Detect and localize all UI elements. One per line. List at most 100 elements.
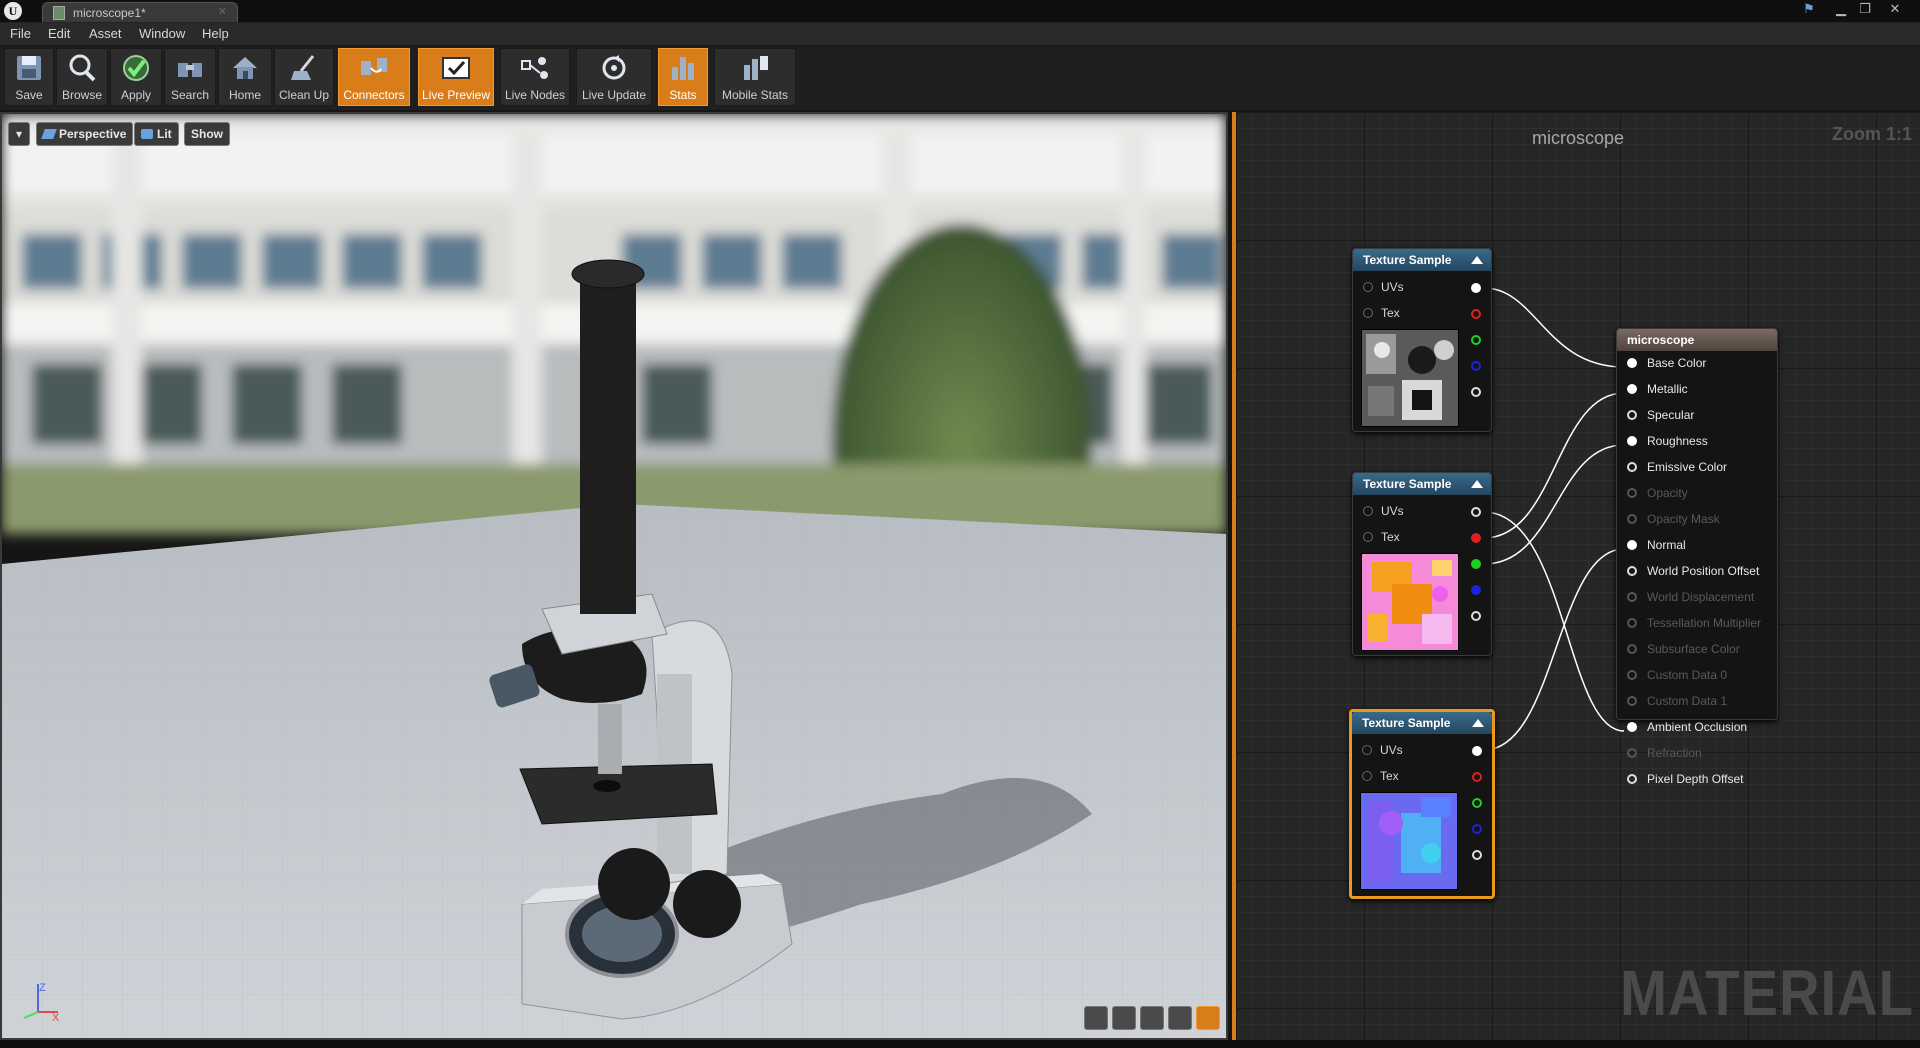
close-tab-icon[interactable]: ✕ [218,5,227,18]
texture-sample-node-3[interactable]: Texture Sample UVs Tex [1349,709,1495,899]
result-pin-ambient-occlusion[interactable]: Ambient Occlusion [1617,717,1777,737]
result-pin-world-position-offset[interactable]: World Position Offset [1617,561,1777,581]
input-pin-icon[interactable] [1627,566,1637,576]
input-pin-icon[interactable] [1362,771,1372,781]
input-pin-icon[interactable] [1627,774,1637,784]
notification-icon[interactable]: ⚑ [1800,2,1818,16]
document-tab[interactable]: microscope1* ✕ [42,2,238,22]
collapse-arrow-icon[interactable] [1471,480,1483,488]
input-pin-icon[interactable] [1363,282,1373,292]
result-pin-label: World Position Offset [1647,564,1760,578]
search-button[interactable]: Search [164,48,216,106]
texture-sample-node-1[interactable]: Texture Sample UVs Tex [1352,248,1492,432]
material-graph[interactable]: microscope Zoom 1:1 MATERIAL Texture Sam… [1232,112,1920,1040]
preview-viewport[interactable]: ▾ Perspective Lit Show Z X [0,112,1228,1040]
result-pin-label: Base Color [1647,356,1707,370]
preview-sphere-icon[interactable] [1112,1006,1136,1030]
output-r-pin[interactable] [1471,309,1481,319]
menu-edit[interactable]: Edit [48,26,70,41]
connectors-button[interactable]: Connectors [338,48,410,106]
output-a-pin[interactable] [1471,611,1481,621]
browse-button[interactable]: Browse [56,48,108,106]
collapse-arrow-icon[interactable] [1471,256,1483,264]
result-pin-specular[interactable]: Specular [1617,405,1777,425]
preview-cylinder-icon[interactable] [1084,1006,1108,1030]
result-node-title[interactable]: microscope [1617,329,1777,351]
clean-up-button[interactable]: Clean Up [274,48,334,106]
stats-label: Stats [669,88,697,102]
apply-button[interactable]: Apply [110,48,162,106]
input-pin-icon [1627,514,1637,524]
output-b-pin[interactable] [1471,361,1481,371]
input-pin-icon[interactable] [1627,410,1637,420]
pin-label: UVs [1380,743,1403,757]
show-button[interactable]: Show [184,122,230,146]
mobile-stats-icon [737,53,773,87]
live-nodes-button[interactable]: Live Nodes [500,48,570,106]
input-pin-icon[interactable] [1362,745,1372,755]
output-g-pin[interactable] [1471,335,1481,345]
live-preview-button[interactable]: Live Preview [418,48,494,106]
preview-plane-icon[interactable] [1140,1006,1164,1030]
output-a-pin[interactable] [1472,850,1482,860]
input-pin-icon[interactable] [1363,308,1373,318]
input-pin-icon[interactable] [1363,506,1373,516]
input-pin-icon[interactable] [1627,358,1637,368]
input-pin-icon[interactable] [1627,540,1637,550]
menu-asset[interactable]: Asset [89,26,122,41]
result-pin-normal[interactable]: Normal [1617,535,1777,555]
output-rgb-pin[interactable] [1472,746,1482,756]
output-r-pin[interactable] [1472,772,1482,782]
texture-sample-header[interactable]: Texture Sample [1352,712,1492,734]
lit-button[interactable]: Lit [134,122,179,146]
minimize-window-icon[interactable]: ▁ [1832,2,1850,16]
material-asset-icon [53,6,65,20]
output-g-pin[interactable] [1472,798,1482,808]
input-pin-icon[interactable] [1627,384,1637,394]
home-button[interactable]: Home [218,48,272,106]
mobile-stats-button[interactable]: Mobile Stats [714,48,796,106]
menu-help[interactable]: Help [202,26,229,41]
close-window-icon[interactable]: ✕ [1886,2,1904,16]
restore-window-icon[interactable]: ❐ [1856,2,1874,16]
preview-mesh-icon[interactable] [1196,1006,1220,1030]
output-b-pin[interactable] [1472,824,1482,834]
menu-file[interactable]: File [10,26,31,41]
texture-sample-header[interactable]: Texture Sample [1353,473,1491,495]
material-result-node[interactable]: microscope Base Color Metallic Specular Rou… [1616,328,1778,786]
collapse-arrow-icon[interactable] [1472,719,1484,727]
result-pin-pixel-depth-offset[interactable]: Pixel Depth Offset [1617,769,1777,789]
output-b-pin[interactable] [1471,585,1481,595]
viewport-options-dropdown[interactable]: ▾ [8,122,30,146]
live-update-button[interactable]: Live Update [576,48,652,106]
texture-sample-node-2[interactable]: Texture Sample UVs Tex [1352,472,1492,656]
output-a-pin[interactable] [1471,387,1481,397]
perspective-button[interactable]: Perspective [36,122,134,146]
texture-sample-header[interactable]: Texture Sample [1353,249,1491,271]
axis-z-label: Z [39,982,46,994]
menu-window[interactable]: Window [139,26,185,41]
result-pin-emissive-color[interactable]: Emissive Color [1617,457,1777,477]
input-pin-icon[interactable] [1363,532,1373,542]
save-button[interactable]: Save [4,48,54,106]
input-pin-icon[interactable] [1627,722,1637,732]
show-label: Show [191,127,223,141]
input-pin-icon [1627,488,1637,498]
output-r-pin[interactable] [1471,533,1481,543]
perspective-icon [41,129,57,139]
result-pin-metallic[interactable]: Metallic [1617,379,1777,399]
result-pin-roughness[interactable]: Roughness [1617,431,1777,451]
preview-cube-icon[interactable] [1168,1006,1192,1030]
stats-button[interactable]: Stats [658,48,708,106]
output-g-pin[interactable] [1471,559,1481,569]
result-pin-base-color[interactable]: Base Color [1617,353,1777,373]
output-rgb-pin[interactable] [1471,507,1481,517]
unreal-logo-icon[interactable]: U [4,2,22,20]
result-pin-subsurface-color: Subsurface Color [1617,639,1777,659]
result-pin-label: Opacity [1647,486,1688,500]
pin-tex[interactable]: Tex [1352,766,1492,786]
input-pin-icon[interactable] [1627,436,1637,446]
output-rgb-pin[interactable] [1471,283,1481,293]
input-pin-icon[interactable] [1627,462,1637,472]
pin-uvs[interactable]: UVs [1352,740,1492,760]
